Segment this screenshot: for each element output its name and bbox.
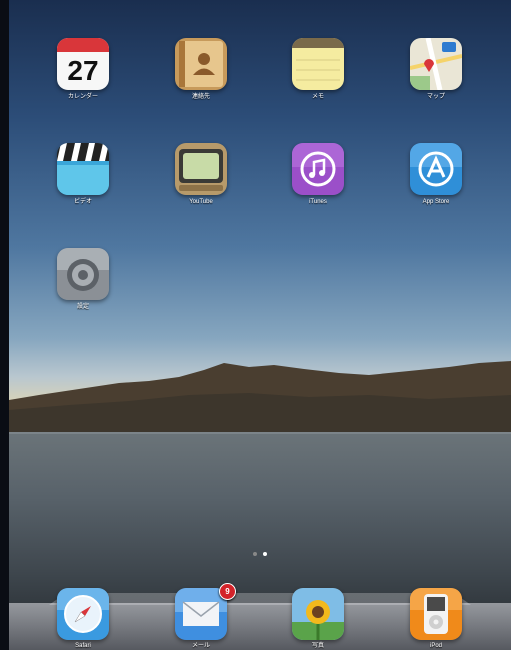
mail-label: メール — [191, 643, 210, 649]
app-store-app-icon[interactable] — [410, 143, 462, 195]
mail-unread-badge: 9 — [219, 583, 236, 600]
settings-label: 設定 — [76, 304, 89, 310]
maps-label: マップ — [426, 94, 445, 100]
ipod-app-icon[interactable] — [410, 588, 462, 640]
calendar-label: カレンダー — [67, 94, 98, 100]
photos-label: 写真 — [311, 643, 324, 649]
itunes-label: iTunes — [309, 199, 327, 205]
itunes-app-icon[interactable] — [292, 143, 344, 195]
page-dot-1[interactable] — [253, 552, 257, 556]
shoreline — [9, 432, 511, 434]
calendar-app-icon[interactable]: 27 — [57, 38, 109, 90]
notes-label: メモ — [311, 94, 324, 100]
contacts-label: 連絡先 — [191, 94, 210, 100]
videos-app-icon[interactable] — [57, 143, 109, 195]
maps-app-icon[interactable] — [410, 38, 462, 90]
notes-app-icon[interactable] — [292, 38, 344, 90]
wallpaper-mountains — [9, 361, 511, 440]
safari-app-icon[interactable] — [57, 588, 109, 640]
app-store-label: App Store — [422, 199, 450, 205]
calendar-day: 27 — [67, 55, 98, 86]
ipod-label: iPod — [429, 643, 442, 649]
page-indicator[interactable] — [9, 552, 511, 556]
ipad-device: 27 カレンダー 連絡先 メモ マップ ビデオ YouTube iTunes A… — [0, 0, 511, 650]
videos-label: ビデオ — [73, 199, 92, 205]
youtube-label: YouTube — [189, 199, 213, 205]
contacts-app-icon[interactable] — [175, 38, 227, 90]
page-dot-2-active[interactable] — [263, 552, 267, 556]
safari-label: Safari — [75, 643, 91, 649]
youtube-app-icon[interactable] — [175, 143, 227, 195]
photos-app-icon[interactable] — [292, 588, 344, 640]
home-screen: 27 カレンダー 連絡先 メモ マップ ビデオ YouTube iTunes A… — [9, 0, 511, 650]
settings-app-icon[interactable] — [57, 248, 109, 300]
